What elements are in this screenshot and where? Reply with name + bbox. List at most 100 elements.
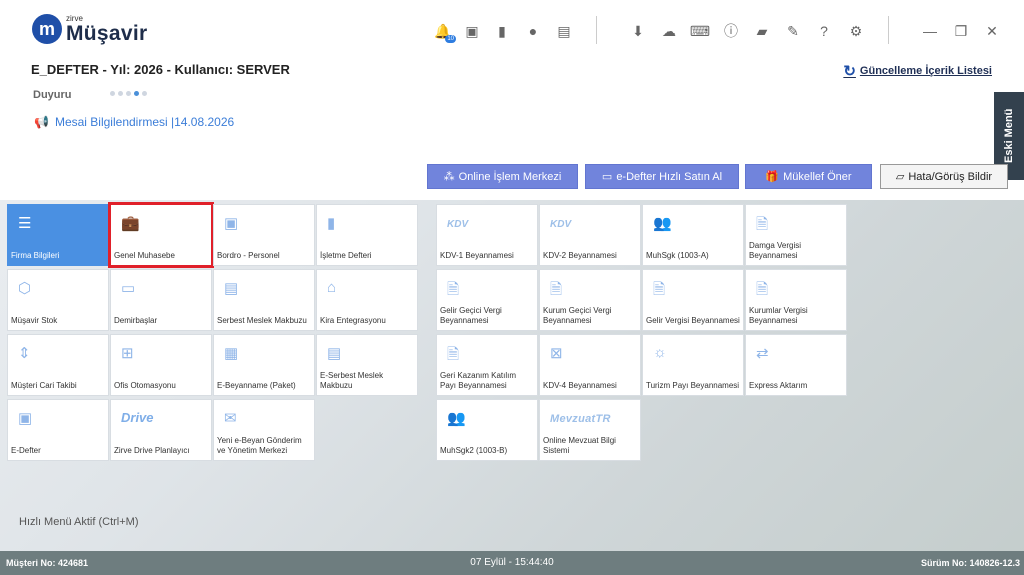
tile-label: KDV-1 Beyannamesi [440,251,514,260]
document-up-icon: 🗎 [550,281,563,298]
tile-label: Serbest Meslek Makbuzu [217,316,307,325]
tile-label: Gelir Geçici Vergi Beyannamesi [440,306,502,325]
tile-express-aktarim[interactable]: ⇄ Express Aktarım [745,334,847,396]
carousel-dot[interactable] [110,91,115,96]
tile-e-serbest-meslek-makbuzu[interactable]: ▤ E-Serbest Meslek Makbuzu [316,334,418,396]
tile-isletme-defteri[interactable]: ▮ İşletme Defteri [316,204,418,266]
restore-icon[interactable]: ❐ [950,20,972,42]
online-center-label: Online İşlem Merkezi [458,170,562,183]
megaphone-icon: 📢 [34,115,49,129]
tile-label: E-Serbest Meslek Makbuzu [320,371,384,390]
carousel-dot[interactable] [118,91,123,96]
tile-kira-entegrasyonu[interactable]: ⌂ Kira Entegrasyonu [316,269,418,331]
calculator-icon: ⊠ [550,345,563,362]
location-pin-icon[interactable]: ● [522,20,544,42]
kdv-logo-text: KDV [550,219,572,230]
tile-ofis-otomasyonu[interactable]: ⊞ Ofis Otomasyonu [110,334,212,396]
announcement-message[interactable]: 📢 Mesai Bilgilendirmesi |14.08.2026 [34,115,234,129]
package-icon: ▦ [224,345,239,362]
status-bar: Müşteri No: 424681 07 Eylül - 15:44:40 S… [0,551,1024,575]
tile-kdv1[interactable]: KDV KDV-1 Beyannamesi [436,204,538,266]
carousel-dot-active[interactable] [134,91,139,96]
tile-geri-kazanim[interactable]: 🗎 Geri Kazanım Katılım Payı Beyannamesi [436,334,538,396]
notebook-icon: ▮ [327,215,336,232]
tile-bordro-personel[interactable]: ▣ Bordro - Personel [213,204,315,266]
download-icon[interactable]: ⬇ [627,20,649,42]
tile-label: Gelir Vergisi Beyannamesi [646,316,740,325]
ledger-icon: ▣ [18,410,33,427]
calculator-icon[interactable]: ▤ [553,20,575,42]
tile-kdv2[interactable]: KDV KDV-2 Beyannamesi [539,204,641,266]
tile-e-defter[interactable]: ▣ E-Defter [7,399,109,461]
top-panel: m zirve Müşavir 🔔 10 ▣ ▮ ● ▤ ⬇ ☁ ⌨ ⓘ ▰ ✎ … [0,0,1024,200]
mevzuat-logo-icon: MevzuatTR [550,409,640,427]
tile-yeni-e-beyan[interactable]: ✉ Yeni e-Beyan Gönderim ve Yönetim Merke… [213,399,315,461]
tile-kdv4[interactable]: ⊠ KDV-4 Beyannamesi [539,334,641,396]
info-icon[interactable]: ⓘ [720,20,742,42]
tile-muhsgk[interactable]: 👥 MuhSgk (1003-A) [642,204,744,266]
mevzuat-logo-text: MevzuatTR [550,413,611,425]
tile-label: İşletme Defteri [320,251,372,260]
edefter-buy-button[interactable]: ▭ e-Defter Hızlı Satın Al [585,164,739,189]
carousel-dot[interactable] [126,91,131,96]
chat-icon[interactable]: ▰ [751,20,773,42]
tile-demirbaslar[interactable]: ▭ Demirbaşlar [110,269,212,331]
app-logo: m zirve Müşavir [32,14,147,44]
tile-kurum-gecici-vergi[interactable]: 🗎 Kurum Geçici Vergi Beyannamesi [539,269,641,331]
tile-label: Express Aktarım [749,381,808,390]
gear-icon[interactable]: ⚙ [845,20,867,42]
money-icon[interactable]: ▣ [461,20,483,42]
cloud-upload-icon[interactable]: ☁ [658,20,680,42]
quick-menu-toggle[interactable]: Hızlı Menü Aktif (Ctrl+M) [19,516,139,528]
sitemap-icon: ⊞ [121,345,134,362]
tile-online-mevzuat[interactable]: MevzuatTR Online Mevzuat Bilgi Sistemi [539,399,641,461]
book-icon[interactable]: ▮ [491,20,513,42]
updates-link-label: Güncelleme İçerik Listesi [859,65,992,77]
tile-zirve-drive-planlayici[interactable]: Drive Zirve Drive Planlayıcı [110,399,212,461]
tile-label: MuhSgk (1003-A) [646,251,709,260]
tile-label: E-Defter [11,446,41,455]
tile-label: Kurum Geçici Vergi Beyannamesi [543,306,612,325]
sun-icon: ☼ [653,344,667,361]
notification-bell-icon[interactable]: 🔔 10 [432,20,456,43]
document-up-icon: 🗎 [756,281,769,298]
close-icon[interactable]: ✕ [981,20,1003,42]
carousel-dots[interactable] [110,91,147,96]
tile-kurumlar-vergisi[interactable]: 🗎 Kurumlar Vergisi Beyannamesi [745,269,847,331]
divider [888,16,889,44]
carousel-dot[interactable] [142,91,147,96]
updates-link[interactable]: ↻ Güncelleme İçerik Listesi [843,62,992,80]
tile-genel-muhasebe[interactable]: 💼 Genel Muhasebe [108,202,214,268]
kdv-logo-text: KDV [447,219,469,230]
tile-musavir-stok[interactable]: ⬡ Müşavir Stok [7,269,109,331]
tile-gelir-vergisi[interactable]: 🗎 Gelir Vergisi Beyannamesi [642,269,744,331]
kdv-logo-icon: KDV [550,214,610,232]
tile-muhsgk2[interactable]: 👥 MuhSgk2 (1003-B) [436,399,538,461]
users-icon: 👥 [653,215,672,232]
transfer-arrows-icon: ⇄ [756,345,769,362]
history-icon: ↻ [843,63,856,80]
online-center-button[interactable]: ⁂ Online İşlem Merkezi [427,164,578,189]
tile-turizm-payi[interactable]: ☼ Turizm Payı Beyannamesi [642,334,744,396]
tile-label: Demirbaşlar [114,316,158,325]
recommend-button[interactable]: 🎁 Mükellef Öner [745,164,872,189]
tile-label: Müşavir Stok [11,316,58,325]
help-icon[interactable]: ? [813,20,835,42]
edit-icon[interactable]: ✎ [782,20,804,42]
box-icon: ⬡ [18,280,32,297]
arrows-vertical-icon: ⇕ [18,345,31,362]
tile-e-beyanname-paket[interactable]: ▦ E-Beyanname (Paket) [213,334,315,396]
document-plus-icon: 🗎 [756,216,769,233]
tile-gelir-gecici-vergi[interactable]: 🗎 Gelir Geçici Vergi Beyannamesi [436,269,538,331]
announcement-text: Mesai Bilgilendirmesi |14.08.2026 [54,115,235,129]
tile-damga-vergisi[interactable]: 🗎 Damga Vergisi Beyannamesi [745,204,847,266]
logo-mark-icon: m [32,14,62,44]
tile-firma-bilgileri[interactable]: ☰ Firma Bilgileri [7,204,109,266]
tile-label: Genel Muhasebe [114,251,175,260]
tile-label: Firma Bilgileri [11,251,60,260]
feedback-button[interactable]: ▱ Hata/Görüş Bildir [880,164,1008,189]
tile-serbest-meslek-makbuzu[interactable]: ▤ Serbest Meslek Makbuzu [213,269,315,331]
keyboard-icon[interactable]: ⌨ [689,20,711,42]
minimize-icon[interactable]: — [919,20,941,42]
tile-musteri-cari-takibi[interactable]: ⇕ Müşteri Cari Takibi [7,334,109,396]
